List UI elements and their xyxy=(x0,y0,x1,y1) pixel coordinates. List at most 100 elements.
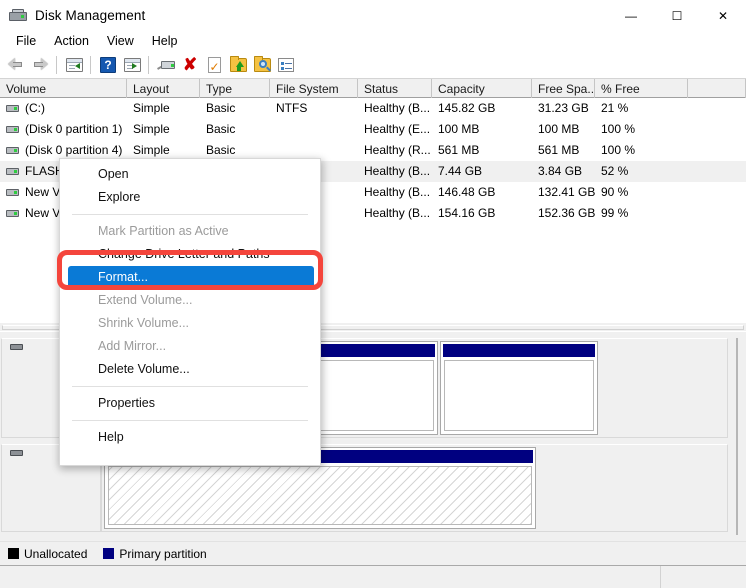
volume-name-cell: (Disk 0 partition 1) xyxy=(0,119,127,140)
free-space-cell: 100 MB xyxy=(538,122,580,136)
menu-help[interactable]: Help xyxy=(143,32,187,50)
type-cell: Basic xyxy=(206,122,236,136)
title-bar: Disk Management — ☐ ✕ xyxy=(0,0,746,31)
free-space-cell: 561 MB xyxy=(538,143,580,157)
column-header-filesystem[interactable]: File System xyxy=(270,79,358,98)
context-menu-item-change-drive-letter-and-paths[interactable]: Change Drive Letter and Paths xyxy=(60,243,320,266)
detail-view-icon[interactable] xyxy=(274,53,298,77)
context-menu-item-explore[interactable]: Explore xyxy=(60,186,320,209)
free-space-cell: 152.36 GB xyxy=(538,206,595,220)
menu-bar: File Action View Help xyxy=(0,31,746,51)
column-header-capacity[interactable]: Capacity xyxy=(432,79,532,98)
toolbar-separator xyxy=(56,55,58,74)
table-row[interactable]: (C:) Simple Basic NTFS Healthy (B... 145.82 G… xyxy=(0,98,746,119)
file-system-cell: NTFS xyxy=(276,101,308,115)
context-menu-item-add-mirror: Add Mirror... xyxy=(98,339,167,353)
status-cell: Healthy (B... xyxy=(364,101,431,115)
show-hide-action-pane-icon[interactable] xyxy=(120,53,144,77)
status-cell: Healthy (E... xyxy=(364,122,431,136)
back-arrow-icon[interactable] xyxy=(4,53,28,77)
percent-free-cell: 52 % xyxy=(601,164,629,178)
partition-details xyxy=(444,360,594,431)
find-icon[interactable] xyxy=(250,53,274,77)
percent-free-cell: 90 % xyxy=(601,185,629,199)
disk-management-window: Disk Management — ☐ ✕ File Action View H… xyxy=(0,0,746,588)
status-cell: Healthy (B... xyxy=(364,164,431,178)
toolbar: ? ✘ ✓ xyxy=(0,51,746,79)
context-menu-separator xyxy=(72,420,308,421)
context-menu-item-mark-partition-as-active: Mark Partition as Active xyxy=(98,224,229,238)
context-menu-item-extend-volume: Extend Volume... xyxy=(98,293,193,307)
context-menu-item-help[interactable]: Help xyxy=(60,426,320,449)
file-system-cell xyxy=(270,119,358,140)
show-hide-console-tree-icon[interactable] xyxy=(62,53,86,77)
context-menu-separator xyxy=(72,214,308,215)
disk-icon xyxy=(10,450,23,456)
legend-label-unallocated: Unallocated xyxy=(24,546,88,561)
percent-free-cell: 99 % xyxy=(601,206,629,220)
context-menu-item-delete-volume[interactable]: Delete Volume... xyxy=(60,358,320,381)
column-header-filler xyxy=(688,79,746,98)
partition-details xyxy=(108,466,532,525)
volume-icon xyxy=(6,105,19,112)
capacity-cell: 100 MB xyxy=(438,122,480,136)
context-menu-item-properties[interactable]: Properties xyxy=(60,392,320,415)
partition-color-bar xyxy=(443,344,595,357)
rescan-disks-icon[interactable] xyxy=(154,53,178,77)
menu-action[interactable]: Action xyxy=(45,32,98,50)
status-cell: Healthy (B... xyxy=(364,206,431,220)
percent-free-cell: 100 % xyxy=(601,143,636,157)
volume-label: (Disk 0 partition 1) xyxy=(25,122,123,136)
legend-swatch-unallocated xyxy=(8,548,19,559)
volume-icon xyxy=(6,168,19,175)
column-header-status[interactable]: Status xyxy=(358,79,432,98)
disk-map-scrollbar[interactable] xyxy=(730,334,744,539)
window-title: Disk Management xyxy=(35,8,146,23)
status-cell: Healthy (R... xyxy=(364,143,431,157)
delete-icon[interactable]: ✘ xyxy=(178,53,202,77)
disk-management-icon xyxy=(9,8,27,24)
layout-cell: Simple xyxy=(133,101,170,115)
column-header-type[interactable]: Type xyxy=(200,79,270,98)
volume-list-header: Volume Layout Type File System Status Ca… xyxy=(0,79,746,98)
context-menu-item-shrink-volume: Shrink Volume... xyxy=(98,316,190,330)
context-menu: Open Explore Mark Partition as Active Chang… xyxy=(59,158,321,466)
free-space-cell: 31.23 GB xyxy=(538,101,589,115)
help-icon[interactable]: ? xyxy=(96,53,120,77)
column-header-layout[interactable]: Layout xyxy=(127,79,200,98)
partition-block[interactable] xyxy=(440,341,598,435)
status-bar xyxy=(0,565,746,588)
volume-icon xyxy=(6,189,19,196)
toolbar-separator xyxy=(148,55,150,74)
legend: Unallocated Primary partition xyxy=(0,541,746,565)
volume-icon xyxy=(6,210,19,217)
context-menu-separator xyxy=(72,386,308,387)
properties-icon[interactable]: ✓ xyxy=(202,53,226,77)
column-header-volume[interactable]: Volume xyxy=(0,79,127,98)
capacity-cell: 154.16 GB xyxy=(438,206,496,220)
free-space-cell: 3.84 GB xyxy=(538,164,583,178)
forward-arrow-icon[interactable] xyxy=(28,53,52,77)
percent-free-cell: 21 % xyxy=(601,101,629,115)
column-header-percent-free[interactable]: % Free xyxy=(595,79,688,98)
percent-free-cell: 100 % xyxy=(601,122,636,136)
close-button[interactable]: ✕ xyxy=(700,0,746,31)
free-space-cell: 132.41 GB xyxy=(538,185,595,199)
capacity-cell: 561 MB xyxy=(438,143,480,157)
status-cell: Healthy (B... xyxy=(364,185,431,199)
table-row[interactable]: (Disk 0 partition 1) Simple Basic Healthy (… xyxy=(0,119,746,140)
status-bar-segment xyxy=(660,566,746,588)
menu-view[interactable]: View xyxy=(98,32,143,50)
volume-name-cell: (C:) xyxy=(0,98,127,119)
menu-file[interactable]: File xyxy=(7,32,45,50)
window-controls: — ☐ ✕ xyxy=(608,0,746,31)
export-list-icon[interactable] xyxy=(226,53,250,77)
maximize-button[interactable]: ☐ xyxy=(654,0,700,31)
column-header-freespace[interactable]: Free Spa... xyxy=(532,79,595,98)
minimize-button[interactable]: — xyxy=(608,0,654,31)
legend-swatch-primary-partition xyxy=(103,548,115,559)
toolbar-separator xyxy=(90,55,92,74)
context-menu-item-format[interactable]: Format... xyxy=(68,266,314,288)
volume-icon xyxy=(6,147,19,154)
context-menu-item-open[interactable]: Open xyxy=(60,163,320,186)
